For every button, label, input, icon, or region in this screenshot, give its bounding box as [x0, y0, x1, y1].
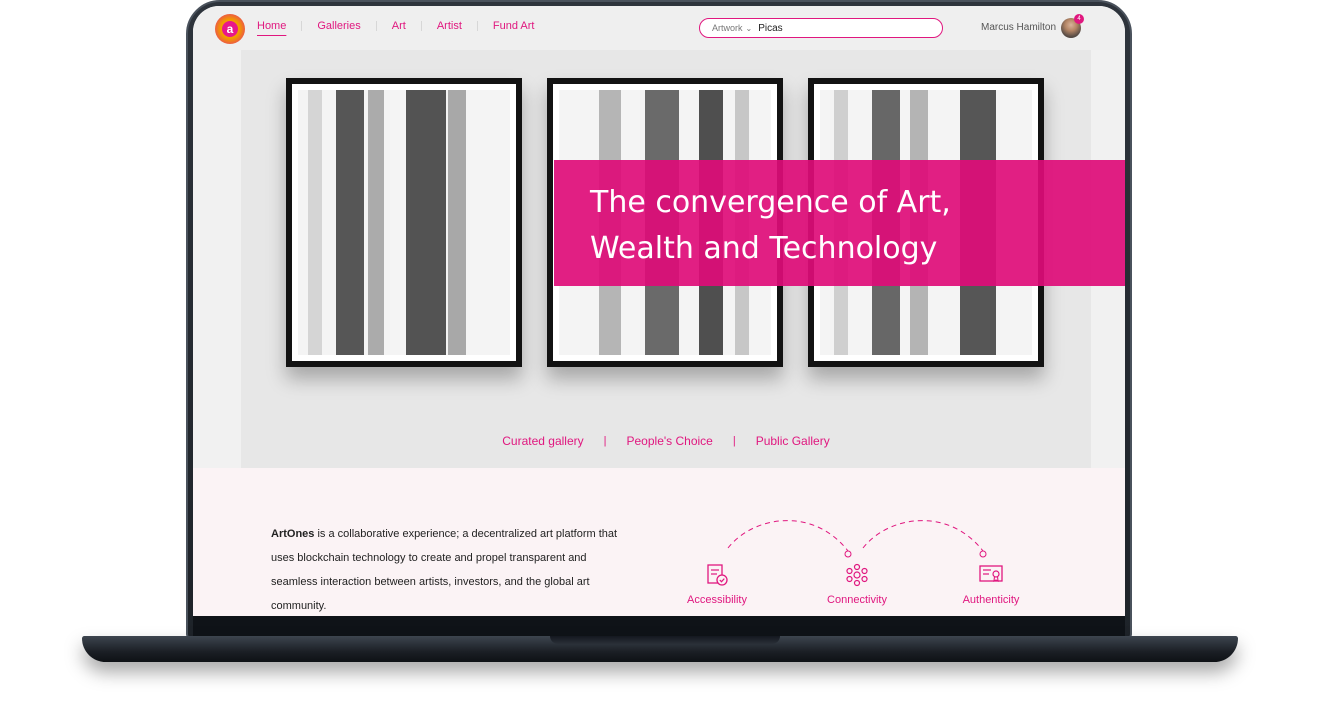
- notification-badge[interactable]: 4: [1074, 14, 1084, 24]
- search-category-select[interactable]: Artwork: [712, 23, 743, 33]
- link-divider: |: [732, 435, 736, 447]
- nav-artist[interactable]: Artist: [437, 20, 462, 32]
- screen: a Home Galleries Art Artist Fund Art Art…: [193, 6, 1125, 616]
- about-section: ArtOnes is a collaborative experience; a…: [193, 468, 1125, 616]
- laptop-notch: [550, 636, 780, 644]
- nav-art[interactable]: Art: [392, 20, 406, 32]
- feature-connectivity[interactable]: Connectivity: [807, 562, 907, 606]
- headline-line-1: The convergence of Art,: [590, 185, 951, 220]
- nav-divider: [375, 21, 377, 31]
- nav-divider: [476, 21, 478, 31]
- top-navigation: a Home Galleries Art Artist Fund Art Art…: [193, 6, 1125, 50]
- public-gallery-link[interactable]: Public Gallery: [756, 434, 830, 448]
- connector-arcs: [727, 520, 987, 558]
- document-check-icon: [707, 564, 728, 586]
- link-divider: |: [603, 435, 607, 447]
- feature-label: Accessibility: [687, 594, 747, 606]
- gallery-links: Curated gallery | People's Choice | Publ…: [193, 434, 1125, 448]
- user-name[interactable]: Marcus Hamilton: [981, 22, 1056, 33]
- feature-label: Authenticity: [962, 594, 1020, 606]
- artwork-frame-1[interactable]: [286, 78, 522, 367]
- laptop-bezel-bottom: [193, 616, 1125, 638]
- artwork-image: [298, 90, 510, 355]
- feature-accessibility[interactable]: Accessibility: [667, 562, 767, 606]
- brand-name: ArtOnes: [271, 528, 315, 540]
- network-icon: [846, 563, 868, 587]
- search-input[interactable]: [758, 22, 919, 34]
- nav-fund-art[interactable]: Fund Art: [493, 20, 535, 32]
- logo-letter: a: [222, 21, 238, 37]
- features: Accessibility Connectivity Authenticity: [673, 506, 1053, 616]
- feature-authenticity[interactable]: Authenticity: [941, 562, 1041, 606]
- chevron-down-icon[interactable]: ⌄: [746, 24, 753, 33]
- certificate-icon: [979, 565, 1003, 582]
- nav-divider: [301, 21, 303, 31]
- curated-gallery-link[interactable]: Curated gallery: [502, 434, 583, 448]
- search-bar: Artwork ⌄: [699, 18, 943, 38]
- about-text: ArtOnes is a collaborative experience; a…: [271, 522, 621, 616]
- nav-divider: [420, 21, 422, 31]
- logo-icon[interactable]: a: [215, 14, 245, 44]
- about-description: is a collaborative experience; a decentr…: [271, 528, 618, 612]
- hero-headline: The convergence of Art, Wealth and Techn…: [590, 180, 1010, 272]
- headline-line-2: Wealth and Technology: [590, 231, 938, 266]
- nav-galleries[interactable]: Galleries: [317, 20, 360, 32]
- nav-home[interactable]: Home: [257, 20, 286, 32]
- peoples-choice-link[interactable]: People's Choice: [627, 434, 713, 448]
- feature-label: Connectivity: [827, 594, 887, 606]
- main-nav: Home Galleries Art Artist Fund Art: [257, 20, 534, 32]
